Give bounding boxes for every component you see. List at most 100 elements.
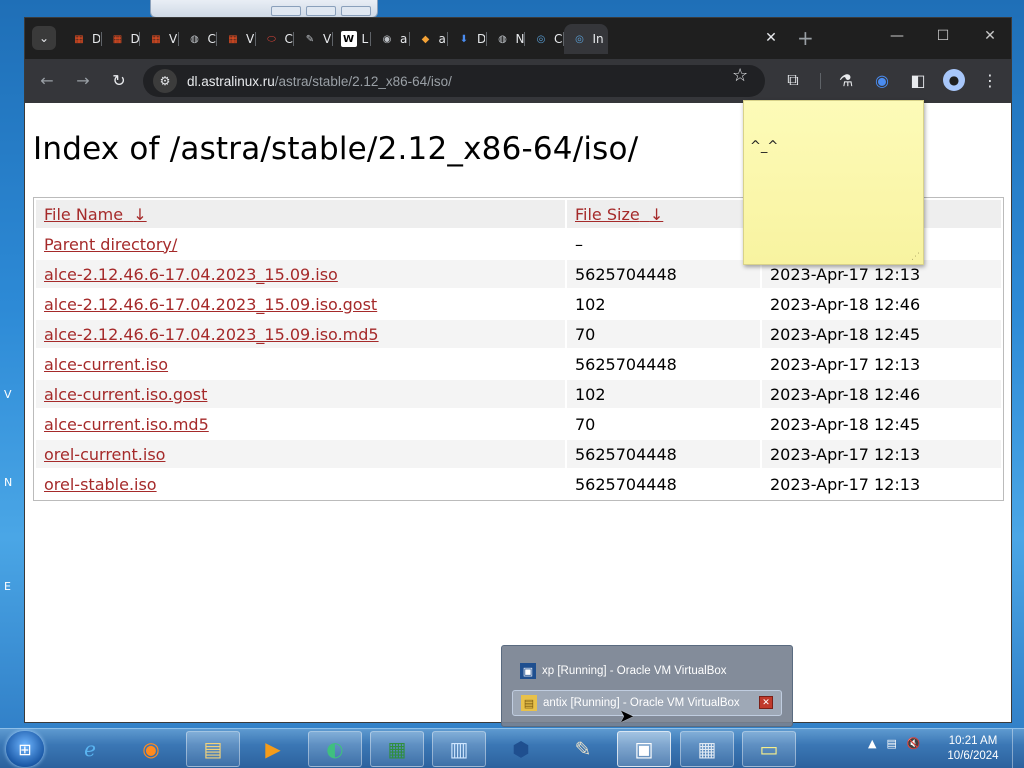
- volume-muted-icon[interactable]: 🔇: [907, 737, 921, 750]
- browser-tab[interactable]: ✎ V: [294, 24, 333, 54]
- table-row: orel-stable.iso 5625704448 2023-Apr-17 12:…: [36, 470, 1001, 498]
- sticky-notes-icon[interactable]: ▭: [742, 731, 796, 767]
- file-explorer-icon[interactable]: ▤: [186, 731, 240, 767]
- file-link[interactable]: alce-current.iso: [44, 355, 168, 374]
- file-size-cell: –: [575, 234, 583, 254]
- popup-close-button[interactable]: ✕: [759, 696, 773, 709]
- forward-button[interactable]: →: [73, 71, 93, 90]
- file-link[interactable]: alce-2.12.46.6-17.04.2023_15.09.iso: [44, 265, 338, 284]
- browser-tab[interactable]: ⬇D: [448, 24, 487, 54]
- clock[interactable]: 10:21 AM 10/6/2024: [940, 734, 1006, 764]
- file-name-cell: Parent directory/: [36, 230, 565, 258]
- paint-icon[interactable]: ✎: [556, 731, 610, 767]
- tab-search-button[interactable]: ⌄: [32, 26, 56, 50]
- file-link[interactable]: alce-current.iso.md5: [44, 415, 209, 434]
- app-green-icon[interactable]: ◐: [308, 731, 362, 767]
- astra-icon: ◎: [575, 33, 584, 45]
- profile-avatar[interactable]: ●: [943, 69, 965, 91]
- file-size-cell: 102: [575, 294, 606, 314]
- browser-tab[interactable]: ◍N: [487, 24, 526, 54]
- labs-flask-icon[interactable]: ⚗: [835, 69, 857, 91]
- file-size-cell: 5625704448: [567, 440, 760, 468]
- wikipedia-icon: W: [340, 31, 357, 47]
- tab-label: L: [361, 32, 369, 46]
- browser-tab[interactable]: ▦ V: [217, 24, 256, 54]
- tab-label: V: [169, 32, 177, 46]
- browser-tab[interactable]: WL: [333, 24, 372, 54]
- browser-tab[interactable]: ▦D: [63, 24, 102, 54]
- file-name-cell: alce-2.12.46.6-17.04.2023_15.09.iso: [36, 260, 565, 288]
- file-link[interactable]: alce-current.iso.gost: [44, 385, 207, 404]
- resize-grip-icon[interactable]: ⋰: [911, 252, 920, 262]
- reload-button[interactable]: ↻: [109, 71, 129, 90]
- site-info-icon[interactable]: ⚙: [153, 69, 177, 93]
- windows-icon: ▦: [112, 33, 123, 45]
- menu-kebab-icon[interactable]: ⋮: [979, 69, 1001, 91]
- tab-label: In: [592, 32, 603, 46]
- file-link[interactable]: alce-2.12.46.6-17.04.2023_15.09.iso.md5: [44, 325, 379, 344]
- background-window[interactable]: [150, 0, 378, 18]
- maximize-button[interactable]: ☐: [933, 28, 953, 44]
- side-panel-icon[interactable]: ◧: [907, 69, 929, 91]
- sort-by-size-link[interactable]: File Size ↓: [575, 205, 663, 224]
- file-size-cell: 70: [567, 320, 760, 348]
- url-text[interactable]: dl.astralinux.ru/astra/stable/2.12_x86-6…: [187, 74, 452, 89]
- control-panel-icon[interactable]: ▥: [432, 731, 486, 767]
- browser-tab[interactable]: ▦D: [102, 24, 141, 54]
- back-button[interactable]: ←: [37, 71, 57, 90]
- diamond-icon: ◆: [421, 33, 430, 45]
- file-link[interactable]: alce-2.12.46.6-17.04.2023_15.09.iso.gost: [44, 295, 377, 314]
- media-player-icon[interactable]: ▶: [246, 731, 300, 767]
- popup-item-xp[interactable]: ▣ xp [Running] - Oracle VM VirtualBox: [512, 658, 782, 684]
- sticky-note-text[interactable]: ^_^: [750, 139, 778, 154]
- close-window-button[interactable]: ✕: [980, 28, 1000, 44]
- firefox-icon[interactable]: ◉: [124, 731, 178, 767]
- pen-icon: ✎: [305, 33, 315, 45]
- astra-icon: ◎: [536, 33, 546, 45]
- tab-label: C: [554, 32, 562, 46]
- network-icon[interactable]: ▤: [886, 737, 896, 750]
- desktop-edge-text: E: [4, 580, 11, 593]
- virtualbox-manager-icon[interactable]: ⬢: [494, 731, 548, 767]
- file-link[interactable]: orel-current.iso: [44, 445, 165, 464]
- folder-icon: ▤: [521, 695, 537, 711]
- address-bar[interactable]: ⚙ dl.astralinux.ru/astra/stable/2.12_x86…: [143, 65, 765, 97]
- extension-circle-icon[interactable]: ◉: [871, 69, 893, 91]
- file-name-cell: orel-stable.iso: [36, 470, 565, 498]
- virtualbox-xp-icon[interactable]: ▣: [617, 731, 671, 767]
- internet-explorer-icon[interactable]: ℯ: [63, 731, 117, 767]
- new-tab-button[interactable]: +: [797, 26, 814, 50]
- tray-expand-icon[interactable]: ▲: [868, 737, 876, 750]
- start-button[interactable]: ⊞: [6, 731, 44, 767]
- close-tab-icon[interactable]: ✕: [762, 29, 780, 47]
- browser-tab[interactable]: ▦ V: [140, 24, 179, 54]
- browser-tab[interactable]: ⬭ C: [256, 24, 295, 54]
- file-link[interactable]: Parent directory/: [44, 235, 177, 254]
- popup-item-antix[interactable]: ▤ antix [Running] - Oracle VM VirtualBox…: [512, 690, 782, 716]
- show-desktop-button[interactable]: [1012, 729, 1024, 768]
- file-date-cell: 2023-Apr-18 12:45: [770, 414, 921, 434]
- tab-label: V: [323, 32, 331, 46]
- table-row: alce-current.iso.gost 102 2023-Apr-18 12:4…: [36, 380, 1001, 408]
- column-header-name[interactable]: File Name ↓: [36, 200, 565, 228]
- popup-item-label: antix [Running] - Oracle VM VirtualBox: [543, 697, 740, 709]
- terminal-icon[interactable]: ▦: [370, 731, 424, 767]
- sort-by-name-link[interactable]: File Name ↓: [44, 205, 147, 224]
- popup-item-label: xp [Running] - Oracle VM VirtualBox: [542, 665, 727, 677]
- minimize-button[interactable]: —: [887, 28, 907, 44]
- tab-label: D: [131, 32, 139, 46]
- file-link[interactable]: orel-stable.iso: [44, 475, 157, 494]
- browser-tab[interactable]: ◆ a: [410, 24, 449, 54]
- browser-tab-active[interactable]: ◎ In: [563, 24, 608, 54]
- browser-tab[interactable]: ◍ C: [179, 24, 218, 54]
- calculator-icon[interactable]: ▦: [680, 731, 734, 767]
- file-name-cell: alce-2.12.46.6-17.04.2023_15.09.iso.md5: [36, 320, 565, 348]
- file-date-cell: 2023-Apr-18 12:46: [762, 380, 1001, 408]
- browser-tab[interactable]: ◎ C: [525, 24, 564, 54]
- bookmark-star-icon[interactable]: ☆: [732, 65, 748, 86]
- column-header-size[interactable]: File Size ↓: [567, 200, 760, 228]
- browser-tab[interactable]: ◉ a: [371, 24, 410, 54]
- clock-date: 10/6/2024: [947, 750, 999, 762]
- sticky-note[interactable]: ^_^ ⋰: [743, 100, 924, 265]
- extensions-icon[interactable]: ⧉: [782, 69, 804, 91]
